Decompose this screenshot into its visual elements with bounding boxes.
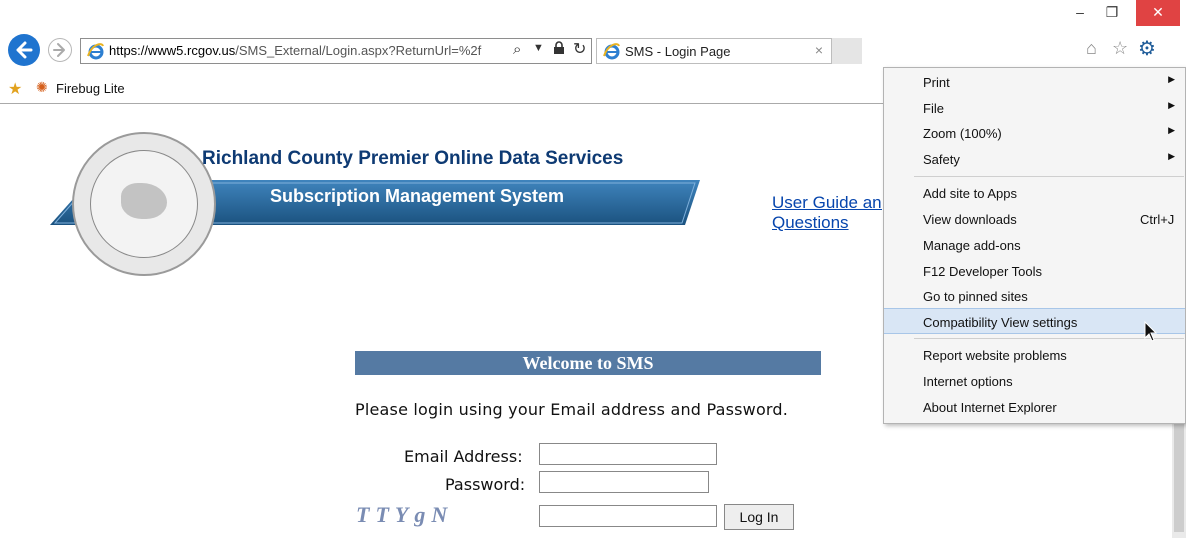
menu-item-label: Manage add-ons [923,238,1021,253]
forward-button[interactable] [48,38,72,62]
menu-item-report-problems[interactable]: Report website problems [884,342,1185,368]
submenu-arrow-icon: ▶ [1168,100,1175,110]
favorites-bar: ★ ✺ Firebug Lite [0,76,880,102]
email-field[interactable] [539,443,717,465]
firebug-icon[interactable]: ✺ [36,79,48,96]
submenu-arrow-icon: ▶ [1168,74,1175,84]
tab-sms-login[interactable]: SMS - Login Page × [596,38,832,64]
user-guide-link[interactable]: User Guide and [772,192,882,213]
menu-item-f12-tools[interactable]: F12 Developer Tools [884,258,1185,284]
tab-title: SMS - Login Page [625,44,731,59]
menu-item-file[interactable]: File ▶ [884,95,1185,121]
menu-separator [914,176,1184,177]
captcha-image: TTYgN [356,502,454,527]
captcha-field[interactable] [539,505,717,527]
minimize-button[interactable]: – [1064,0,1096,26]
ie-page-icon [87,43,104,60]
login-instruction: Please login using your Email address an… [355,400,789,419]
close-window-button[interactable]: ✕ [1136,0,1180,26]
star-icon[interactable]: ☆ [1112,38,1128,59]
menu-item-pinned-sites[interactable]: Go to pinned sites [884,283,1185,309]
menu-item-add-site-to-apps[interactable]: Add site to Apps [884,180,1185,206]
mouse-cursor-icon [1144,321,1158,342]
menu-item-manage-addons[interactable]: Manage add-ons [884,232,1185,258]
menu-item-label: Add site to Apps [923,186,1017,201]
state-map-icon [121,183,167,219]
menu-item-label: Safety [923,152,960,167]
tools-menu: Print ▶ File ▶ Zoom (100%) ▶ Safety ▶ Add si… [883,67,1186,424]
submenu-arrow-icon: ▶ [1168,151,1175,161]
favorite-firebug-lite[interactable]: Firebug Lite [56,81,125,96]
seal-inner [90,150,198,258]
url-path: /SMS_External/Login.aspx?ReturnUrl=%2f [235,43,482,58]
email-label: Email Address: [404,447,523,466]
restore-button[interactable]: ❐ [1096,0,1128,26]
menu-item-label: Compatibility View settings [923,315,1078,330]
menu-item-label: Go to pinned sites [923,289,1028,304]
refresh-icon[interactable]: ↻ [573,39,586,59]
menu-item-about-ie[interactable]: About Internet Explorer [884,394,1185,420]
back-button[interactable] [8,34,40,66]
menu-shortcut: Ctrl+J [1140,212,1175,227]
password-field[interactable] [539,471,709,493]
close-tab-icon[interactable]: × [815,42,823,58]
menu-item-label: Internet options [923,374,1013,389]
menu-item-label: View downloads [923,212,1017,227]
login-button[interactable]: Log In [724,504,794,530]
arrow-right-icon [53,43,65,57]
menu-item-compatibility-view[interactable]: Compatibility View settings [884,308,1185,334]
questions-link[interactable]: Questions [772,213,849,233]
county-seal-logo [72,132,216,276]
lock-icon[interactable] [553,41,565,58]
search-icon[interactable]: ⌕ [513,41,521,58]
menu-item-safety[interactable]: Safety ▶ [884,146,1185,172]
banner-subtitle: Subscription Management System [270,186,565,206]
menu-item-view-downloads[interactable]: View downloads Ctrl+J [884,206,1185,232]
home-icon[interactable]: ⌂ [1086,38,1097,59]
url-text[interactable]: https://www5.rcgov.us/SMS_External/Login… [109,43,481,58]
favorites-add-icon[interactable]: ★ [8,79,22,99]
menu-item-print[interactable]: Print ▶ [884,69,1185,95]
menu-item-label: File [923,101,944,116]
submenu-arrow-icon: ▶ [1168,125,1175,135]
menu-item-internet-options[interactable]: Internet options [884,368,1185,394]
arrow-left-icon [16,41,33,59]
chevron-down-icon[interactable]: ▼ [533,42,544,54]
welcome-header: Welcome to SMS [355,351,821,375]
ie-page-icon [603,43,620,60]
menu-item-label: F12 Developer Tools [923,264,1042,279]
menu-item-label: About Internet Explorer [923,400,1057,415]
menu-item-label: Report website problems [923,348,1067,363]
new-tab-button[interactable] [832,38,862,64]
menu-item-label: Print [923,75,950,90]
password-label: Password: [445,475,526,494]
site-banner: Richland County Premier Online Data Serv… [50,130,700,280]
menu-item-label: Zoom (100%) [923,126,1002,141]
menu-item-zoom[interactable]: Zoom (100%) ▶ [884,120,1185,146]
banner-title: Richland County Premier Online Data Serv… [202,148,624,169]
gear-icon[interactable]: ⚙ [1138,36,1156,61]
address-bar[interactable]: https://www5.rcgov.us/SMS_External/Login… [80,38,592,64]
url-host: https://www5.rcgov.us [109,43,236,58]
